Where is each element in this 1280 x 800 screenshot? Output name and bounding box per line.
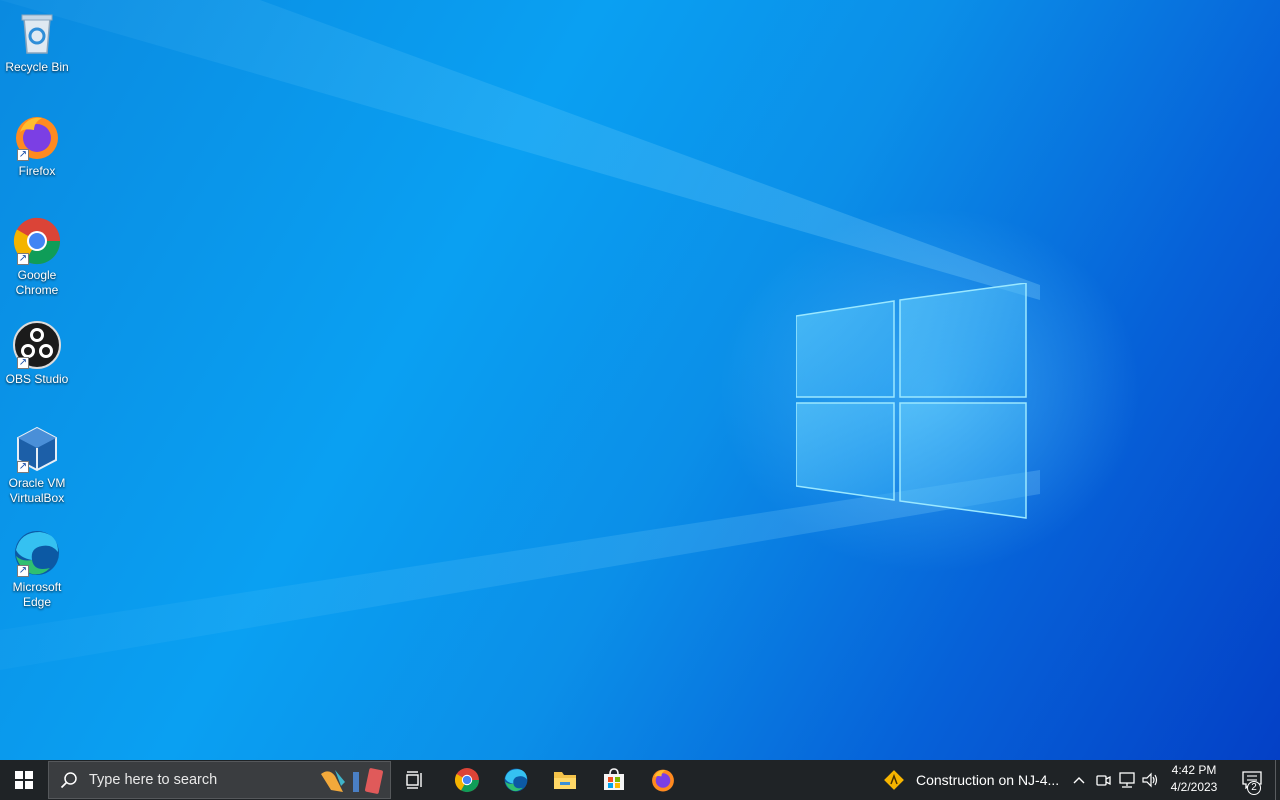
shortcut-arrow-icon: ↗ <box>17 565 29 577</box>
shortcut-arrow-icon: ↗ <box>17 149 29 161</box>
search-icon <box>49 761 89 799</box>
desktop-icon-microsoft-edge[interactable]: ↗ Microsoft Edge <box>4 528 70 610</box>
desktop-icon-label: Oracle VM VirtualBox <box>8 476 66 505</box>
edge-icon <box>504 768 528 792</box>
desktop-icon-label: Recycle Bin <box>5 60 69 74</box>
taskbar-file-explorer-button[interactable] <box>541 760 589 800</box>
clock-time: 4:42 PM <box>1171 763 1217 777</box>
virtualbox-icon: ↗ <box>12 424 62 474</box>
edge-icon: ↗ <box>12 528 62 578</box>
news-widget[interactable]: Construction on NJ-4... <box>878 760 1064 800</box>
file-explorer-icon <box>554 772 576 789</box>
desktop-icon-label: Google Chrome <box>15 268 59 297</box>
desktop-icon-recycle-bin[interactable]: Recycle Bin <box>4 8 70 75</box>
desktop-icon-google-chrome[interactable]: ↗ Google Chrome <box>4 216 70 298</box>
shortcut-arrow-icon: ↗ <box>17 461 29 473</box>
notification-count-badge: 2 <box>1247 781 1261 795</box>
desktop-icon-firefox[interactable]: ↗ Firefox <box>4 112 70 179</box>
light-beam <box>0 0 1040 300</box>
meet-now-icon <box>1096 775 1111 786</box>
show-desktop-button[interactable] <box>1275 760 1276 800</box>
windows-logo-wallpaper <box>796 283 1027 519</box>
taskbar: Type here to search Construction on NJ-4… <box>0 760 1280 800</box>
show-hidden-icons-button[interactable] <box>1068 760 1090 800</box>
recycle-bin-icon <box>12 8 62 58</box>
search-highlight-icon <box>321 768 383 794</box>
desktop-icon-label: OBS Studio <box>5 372 69 386</box>
taskbar-store-button[interactable] <box>590 760 638 800</box>
taskbar-chrome-button[interactable] <box>443 760 491 800</box>
task-view-button[interactable] <box>394 760 438 800</box>
network-button[interactable] <box>1116 760 1138 800</box>
desktop-icon-label: Firefox <box>18 164 56 178</box>
search-placeholder: Type here to search <box>89 772 218 788</box>
clock[interactable]: 4:42 PM 4/2/2023 <box>1160 762 1228 796</box>
taskbar-edge-button[interactable] <box>492 760 540 800</box>
desktop[interactable]: Recycle Bin ↗ Firefox ↗ Google Chrome ↗ … <box>0 0 1280 760</box>
search-box[interactable]: Type here to search <box>48 761 391 799</box>
desktop-icon-virtualbox[interactable]: ↗ Oracle VM VirtualBox <box>4 424 70 506</box>
volume-icon <box>1142 772 1158 788</box>
taskbar-firefox-button[interactable] <box>639 760 687 800</box>
obs-studio-icon: ↗ <box>12 320 62 370</box>
shortcut-arrow-icon: ↗ <box>17 253 29 265</box>
firefox-icon <box>652 769 674 792</box>
volume-button[interactable] <box>1140 760 1162 800</box>
clock-date: 4/2/2023 <box>1170 780 1218 794</box>
task-view-icon <box>406 771 422 789</box>
windows-start-icon <box>15 771 33 789</box>
chevron-up-icon <box>1073 777 1085 784</box>
news-headline: Construction on NJ-4... <box>916 772 1060 788</box>
traffic-warning-icon <box>884 770 904 790</box>
network-icon <box>1119 772 1135 788</box>
chrome-icon: ↗ <box>12 216 62 266</box>
firefox-icon: ↗ <box>12 112 62 162</box>
chrome-icon <box>454 768 479 793</box>
shortcut-arrow-icon: ↗ <box>17 357 29 369</box>
desktop-icon-obs-studio[interactable]: ↗ OBS Studio <box>4 320 70 387</box>
desktop-icon-label: Microsoft Edge <box>12 580 62 609</box>
store-icon <box>604 768 624 790</box>
meet-now-button[interactable] <box>1092 760 1114 800</box>
start-button[interactable] <box>0 760 48 800</box>
